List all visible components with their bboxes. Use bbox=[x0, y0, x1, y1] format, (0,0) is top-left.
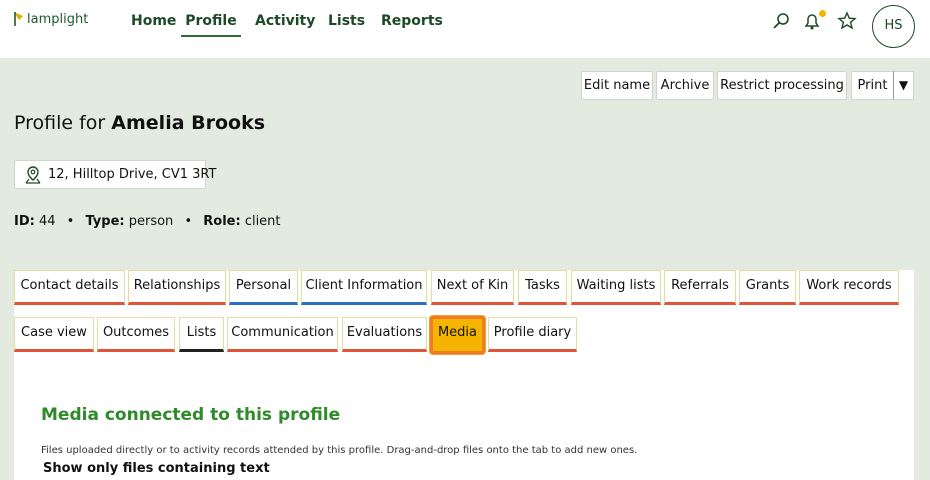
profile-name: Amelia Brooks bbox=[111, 112, 266, 134]
separator-dot: • bbox=[66, 214, 75, 229]
address-chip[interactable]: 12, Hilltop Drive, CV1 3RT bbox=[14, 160, 216, 189]
media-heading: Media connected to this profile bbox=[41, 405, 341, 425]
nav-lists[interactable]: Lists bbox=[328, 14, 365, 36]
print-button[interactable]: Print bbox=[851, 71, 894, 100]
tab-communication[interactable]: Communication bbox=[227, 317, 338, 352]
type-value: person bbox=[128, 214, 174, 229]
tab-media[interactable]: Media bbox=[430, 316, 485, 354]
tab-evaluations[interactable]: Evaluations bbox=[342, 317, 427, 352]
logo-text: lamplight bbox=[27, 11, 89, 27]
tab-lists[interactable]: Lists bbox=[179, 317, 224, 352]
archive-button[interactable]: Archive bbox=[656, 71, 714, 100]
tab-contact-details[interactable]: Contact details bbox=[14, 270, 125, 305]
title-prefix: Profile for bbox=[14, 112, 106, 134]
nav-profile[interactable]: Profile bbox=[181, 14, 241, 37]
tab-work-records[interactable]: Work records bbox=[799, 270, 899, 305]
search-icon[interactable] bbox=[771, 11, 791, 31]
map-pin-icon bbox=[25, 166, 41, 184]
profile-meta: ID: 44 • Type: person • Role: client bbox=[14, 214, 281, 229]
address-text: 12, Hilltop Drive, CV1 3RT bbox=[48, 167, 217, 182]
top-navigation-bar: lamplight Home Profile Activity Lists Re… bbox=[0, 0, 930, 58]
user-avatar[interactable]: HS bbox=[872, 5, 915, 48]
id-label: ID: bbox=[14, 214, 35, 229]
tab-personal[interactable]: Personal bbox=[229, 270, 298, 305]
tab-next-of-kin[interactable]: Next of Kin bbox=[431, 270, 514, 305]
notification-dot bbox=[819, 10, 826, 17]
nav-reports[interactable]: Reports bbox=[381, 14, 443, 36]
tab-profile-diary[interactable]: Profile diary bbox=[488, 317, 577, 352]
type-label: Type: bbox=[85, 214, 125, 229]
media-filter-label[interactable]: Show only files containing text bbox=[43, 461, 270, 476]
star-icon[interactable] bbox=[837, 11, 857, 31]
tab-outcomes[interactable]: Outcomes bbox=[97, 317, 175, 352]
separator-dot: • bbox=[184, 214, 193, 229]
lamplight-logo[interactable]: lamplight bbox=[13, 11, 88, 27]
tab-referrals[interactable]: Referrals bbox=[664, 270, 736, 305]
tab-grants[interactable]: Grants bbox=[739, 270, 796, 305]
tab-tasks[interactable]: Tasks bbox=[518, 270, 567, 305]
media-description: Files uploaded directly or to activity r… bbox=[41, 445, 638, 456]
nav-activity[interactable]: Activity bbox=[255, 14, 315, 36]
tab-case-view[interactable]: Case view bbox=[14, 317, 94, 352]
role-value: client bbox=[244, 214, 281, 229]
tab-relationships[interactable]: Relationships bbox=[128, 270, 226, 305]
tab-waiting-lists[interactable]: Waiting lists bbox=[571, 270, 661, 305]
tab-client-information[interactable]: Client Information bbox=[301, 270, 427, 305]
id-value: 44 bbox=[38, 214, 56, 229]
print-menu-toggle[interactable]: ▼ bbox=[893, 71, 914, 100]
edit-name-button[interactable]: Edit name bbox=[581, 71, 653, 100]
page-title: Profile for Amelia Brooks bbox=[14, 112, 265, 134]
role-label: Role: bbox=[203, 214, 241, 229]
lamp-icon bbox=[14, 12, 23, 26]
restrict-processing-button[interactable]: Restrict processing bbox=[717, 71, 847, 100]
nav-home[interactable]: Home bbox=[131, 14, 176, 36]
